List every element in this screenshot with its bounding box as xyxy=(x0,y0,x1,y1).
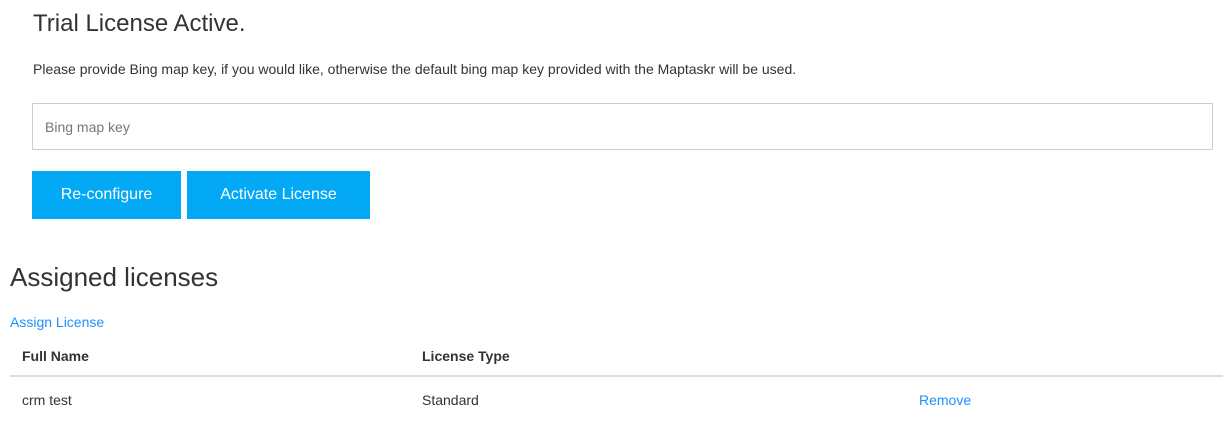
column-header-actions xyxy=(907,340,1223,377)
cell-actions: Remove xyxy=(907,376,1223,423)
cell-full-name: crm test xyxy=(22,392,72,408)
trial-license-title: Trial License Active. xyxy=(33,10,246,37)
assign-license-link[interactable]: Assign License xyxy=(10,314,104,330)
assigned-licenses-title: Assigned licenses xyxy=(10,262,219,292)
table-row: crm test Standard Remove xyxy=(10,376,1223,423)
bing-map-key-input[interactable] xyxy=(32,103,1213,150)
cell-license-type: Standard xyxy=(422,392,479,408)
column-header-full-name: Full Name xyxy=(10,340,410,377)
activate-license-button[interactable]: Activate License xyxy=(187,171,370,219)
column-header-license-type: License Type xyxy=(410,340,907,377)
assigned-licenses-table: Full Name License Type crm test Standard… xyxy=(10,340,1223,423)
reconfigure-button[interactable]: Re-configure xyxy=(32,171,181,219)
trial-license-description: Please provide Bing map key, if you woul… xyxy=(33,61,797,77)
remove-license-link[interactable]: Remove xyxy=(919,392,971,408)
table-header-row: Full Name License Type xyxy=(10,340,1223,377)
